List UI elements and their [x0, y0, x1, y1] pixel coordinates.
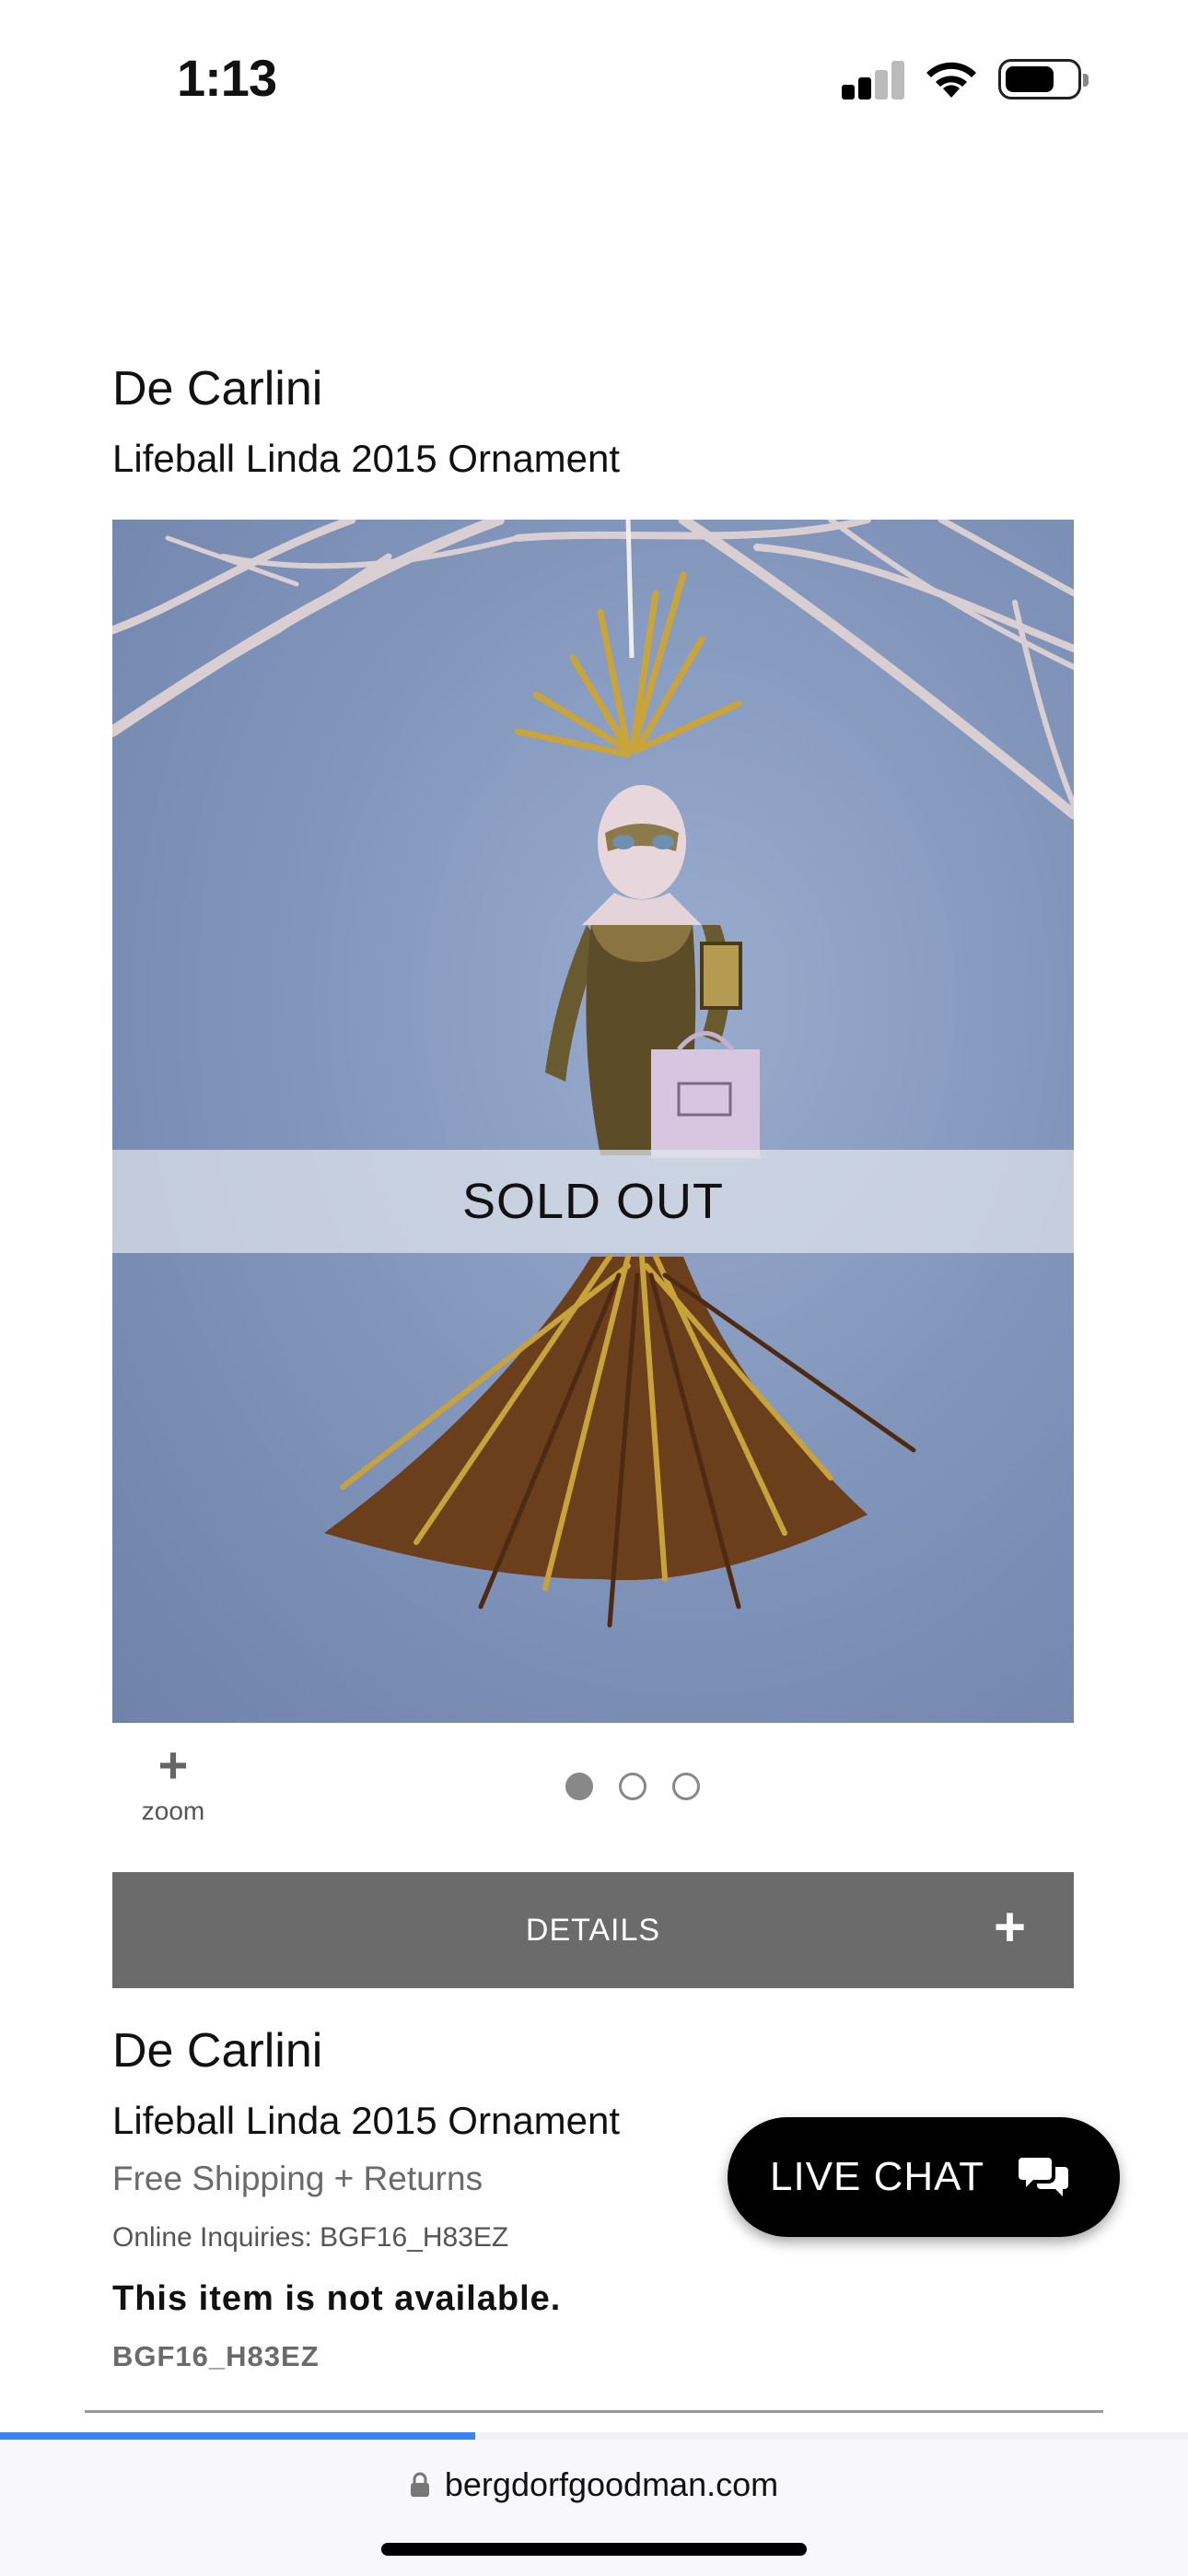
live-chat-label: LIVE CHAT — [770, 2154, 985, 2199]
live-chat-button[interactable]: LIVE CHAT — [728, 2117, 1120, 2237]
brand-title[interactable]: De Carlini — [112, 361, 322, 416]
product-sku: BGF16_H83EZ — [112, 2340, 320, 2372]
details-label: DETAILS — [525, 1912, 661, 1948]
plus-icon: + — [993, 1896, 1026, 1958]
product-title: Lifeball Linda 2015 Ornament — [112, 437, 621, 480]
sold-out-overlay: SOLD OUT — [112, 1150, 1074, 1253]
ornament-illustration — [112, 520, 1074, 1628]
url-text: bergdorfgoodman.com — [444, 2465, 779, 2503]
lock-icon — [410, 2472, 429, 2497]
plus-icon: + — [157, 1736, 189, 1794]
online-inquiries: Online Inquiries: BGF16_H83EZ — [112, 2222, 509, 2253]
wifi-icon — [923, 57, 980, 100]
battery-icon — [998, 59, 1089, 100]
zoom-button[interactable]: + zoom — [138, 1739, 208, 1826]
carousel-dot[interactable] — [619, 1773, 646, 1800]
carousel-dot[interactable] — [565, 1773, 593, 1800]
divider — [85, 2410, 1103, 2413]
brand-name[interactable]: De Carlini — [112, 2023, 322, 2078]
product-name: Lifeball Linda 2015 Ornament — [112, 2099, 621, 2142]
cellular-signal-icon — [842, 61, 904, 100]
carousel-dot[interactable] — [672, 1773, 700, 1800]
status-time: 1:13 — [177, 49, 277, 107]
home-indicator[interactable] — [381, 2543, 807, 2556]
zoom-label: zoom — [141, 1797, 205, 1825]
url-display[interactable]: bergdorfgoodman.com — [0, 2465, 1188, 2504]
availability-status: This item is not available. — [112, 2279, 562, 2318]
shipping-info[interactable]: Free Shipping + Returns — [112, 2160, 483, 2198]
chat-bubbles-icon — [1019, 2158, 1068, 2196]
carousel-pagination — [565, 1773, 700, 1800]
sold-out-label: SOLD OUT — [461, 1174, 725, 1229]
page-load-progress-fill — [0, 2432, 475, 2440]
details-accordion[interactable]: DETAILS + — [112, 1872, 1074, 1988]
product-image[interactable]: SOLD OUT — [112, 520, 1074, 1723]
